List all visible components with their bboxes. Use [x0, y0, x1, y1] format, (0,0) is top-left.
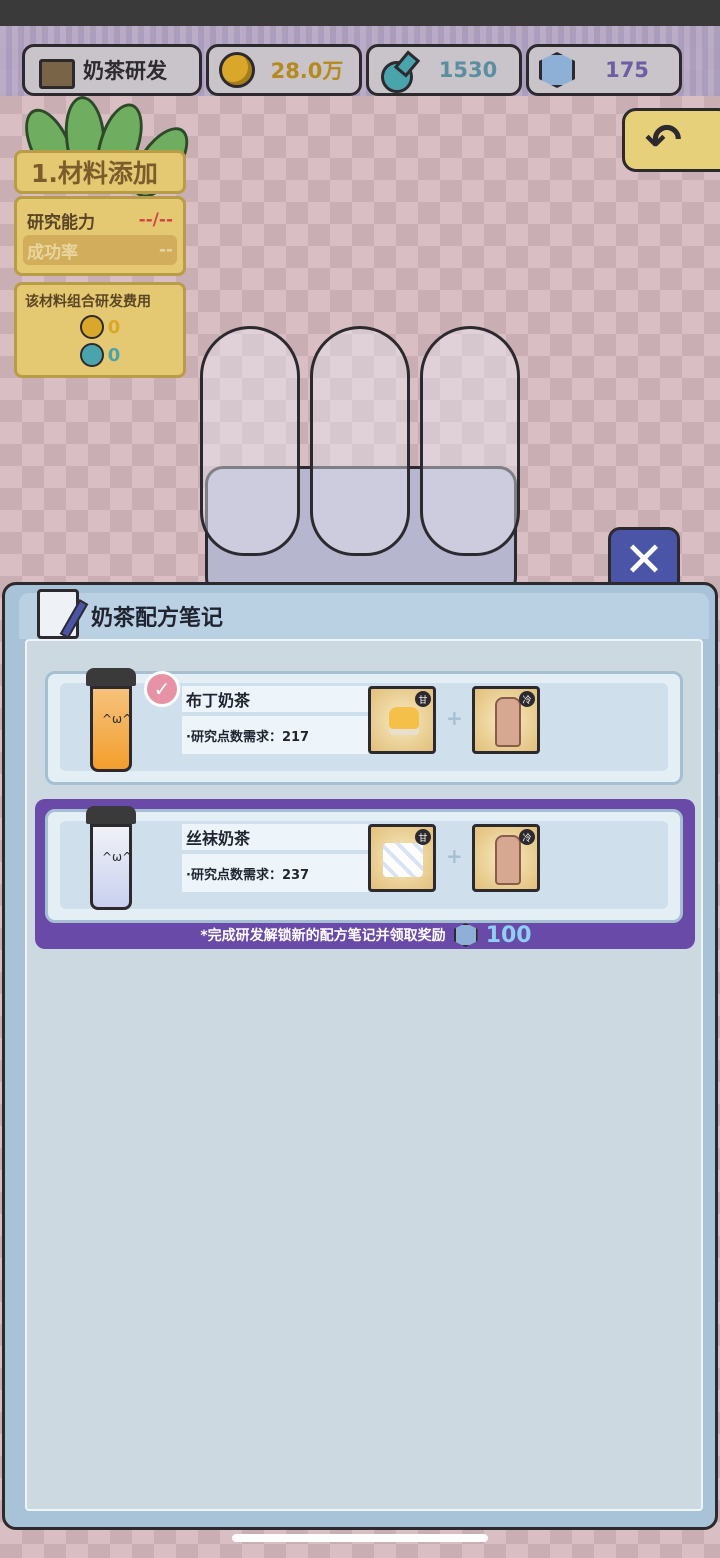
ability-row: 研究能力 --/--	[23, 205, 177, 235]
book-icon	[35, 55, 75, 89]
ingredient-tag: 冷	[519, 829, 535, 845]
cost-label: 该材料组合研发费用	[25, 294, 151, 310]
milk-tea-cup-icon: ^ω^	[86, 668, 136, 772]
cost-box: 该材料组合研发费用 0 0	[14, 282, 186, 378]
flask-icon	[79, 343, 104, 367]
research-points-value: 1530	[438, 58, 498, 82]
dialog-header: 奶茶配方笔记	[19, 589, 709, 639]
milk-tea-cup-icon: ^ω^	[86, 806, 136, 910]
recipe-list: ^ω^ ✓ 布丁奶茶 ·研究点数需求：217 甘 + 冷 *完成研发解锁新的配方…	[25, 639, 703, 1511]
coin-icon	[219, 52, 255, 88]
recipe-requirement: ·研究点数需求：217	[182, 716, 368, 754]
home-indicator[interactable]	[232, 1534, 488, 1542]
recipe-notes-dialog: 奶茶配方笔记 ^ω^ ✓ 布丁奶茶 ·研究点数需求：217 甘 + 冷 *完成研…	[2, 582, 718, 1530]
cost-coins: 0	[107, 316, 121, 338]
ingredient-tube[interactable]	[310, 326, 410, 556]
cost-points: 0	[107, 344, 121, 366]
plus-icon: +	[446, 844, 463, 868]
cost-coins-line: 0	[25, 315, 175, 339]
coins-counter[interactable]: 28.0万	[206, 44, 362, 96]
ingredient-tag: 甘	[415, 829, 431, 845]
gem-icon	[539, 52, 575, 88]
recipe-name: 丝袜奶茶	[182, 824, 368, 850]
title-chip: 奶茶研发	[22, 44, 202, 96]
coins-value: 28.0万	[270, 59, 344, 83]
coin-icon	[79, 315, 104, 339]
success-value: --	[158, 240, 173, 260]
tea-glass-ingredient-icon: 冷	[472, 824, 540, 892]
gem-icon	[453, 923, 478, 947]
close-icon: ✕	[623, 532, 665, 588]
gems-value: 175	[605, 58, 649, 82]
stats-box: 研究能力 --/-- 成功率 --	[14, 196, 186, 276]
flask-icon	[379, 51, 417, 93]
ability-label: 研究能力	[27, 212, 95, 233]
recipe-name: 布丁奶茶	[182, 686, 368, 712]
ingredient-tube[interactable]	[420, 326, 520, 556]
success-label: 成功率	[27, 242, 78, 263]
reward-line: *完成研发解锁新的配方笔记并领取奖励 100	[27, 922, 705, 948]
back-button[interactable]: ↶	[622, 108, 720, 172]
recipe-card[interactable]: ^ω^ ✓ 布丁奶茶 ·研究点数需求：217 甘 + 冷	[45, 668, 683, 785]
ingredient-tag: 甘	[415, 691, 431, 707]
recipe-card[interactable]: ^ω^ 丝袜奶茶 ·研究点数需求：237 甘 + 冷	[45, 806, 683, 923]
ingredient-tube[interactable]	[200, 326, 300, 556]
status-bar	[0, 0, 720, 26]
ingredient-tag: 冷	[519, 691, 535, 707]
dialog-title: 奶茶配方笔记	[91, 606, 224, 631]
plus-icon: +	[446, 706, 463, 730]
pudding-ingredient-icon: 甘	[368, 686, 436, 754]
ability-value: --/--	[138, 210, 173, 230]
check-icon: ✓	[144, 671, 180, 707]
recipe-requirement: ·研究点数需求：237	[182, 854, 368, 892]
step-title: 1.材料添加	[14, 150, 186, 194]
reward-amount: 100	[485, 922, 532, 948]
arrow-back-icon: ↶	[645, 114, 682, 166]
cost-points-line: 0	[25, 343, 175, 367]
success-row: 成功率 --	[23, 235, 177, 265]
ice-ingredient-icon: 甘	[368, 824, 436, 892]
research-points-counter[interactable]: 1530	[366, 44, 522, 96]
notebook-icon	[29, 581, 95, 647]
gems-counter[interactable]: 175	[526, 44, 682, 96]
screen-title: 奶茶研发	[83, 59, 167, 83]
tea-glass-ingredient-icon: 冷	[472, 686, 540, 754]
top-bar: 奶茶研发 28.0万 1530 175	[22, 44, 682, 96]
reward-text: *完成研发解锁新的配方笔记并领取奖励	[200, 928, 446, 944]
